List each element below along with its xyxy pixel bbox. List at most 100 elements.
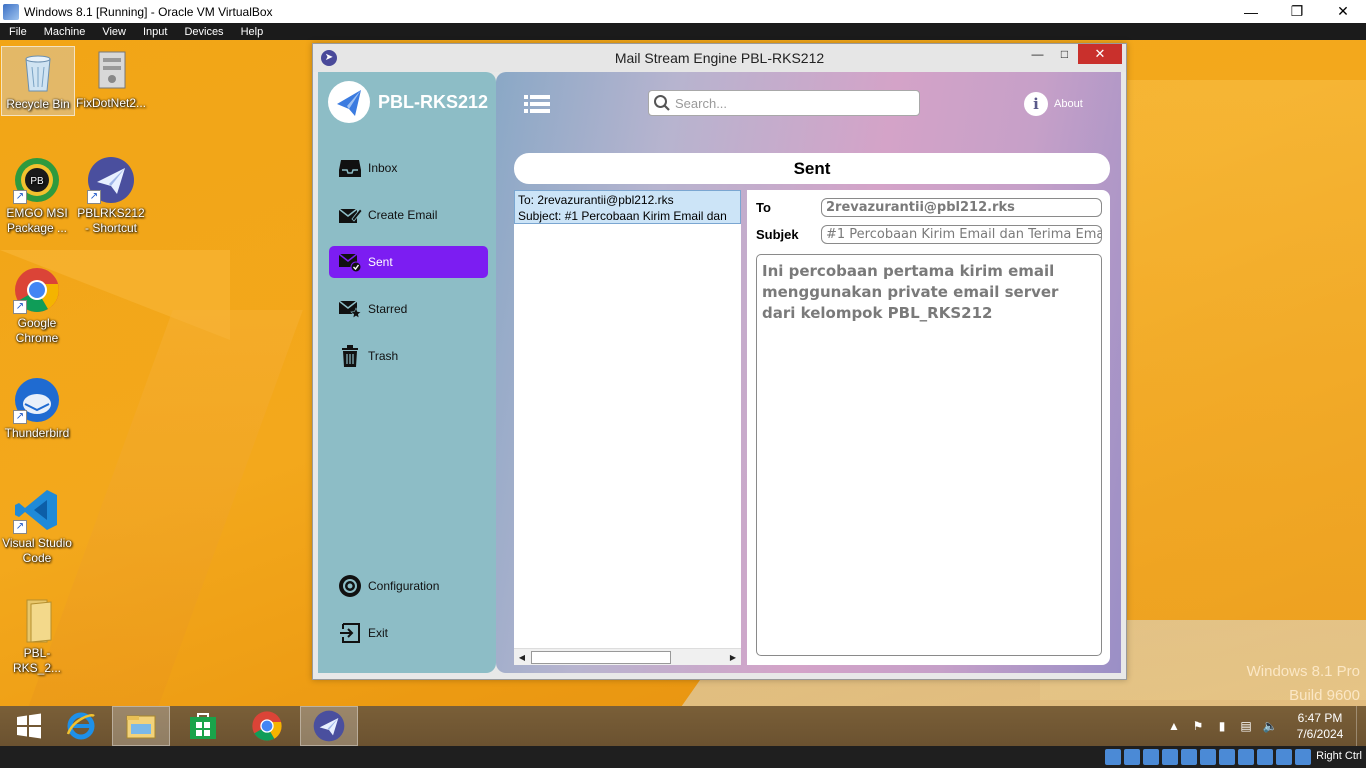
sidebar-item-label: Sent bbox=[368, 255, 393, 269]
paper-plane-icon: ↗ bbox=[87, 156, 135, 204]
gear-icon bbox=[338, 575, 362, 597]
keyboard-capture-icon[interactable] bbox=[1295, 749, 1311, 765]
chrome-icon bbox=[252, 711, 282, 741]
start-button[interactable] bbox=[0, 706, 58, 746]
virtualbox-icon bbox=[3, 3, 19, 20]
info-icon: i bbox=[1024, 92, 1048, 116]
main-panel: Search... i About Sent To: 2revazurantii… bbox=[496, 72, 1121, 673]
network-adapter-icon[interactable] bbox=[1162, 749, 1178, 765]
sidebar-item-sent[interactable]: Sent bbox=[329, 246, 488, 278]
folder-icon bbox=[13, 596, 61, 644]
taskbar-clock[interactable]: 6:47 PM 7/6/2024 bbox=[1290, 710, 1350, 742]
desktop-icon-label: EMGO MSI Package ... bbox=[6, 206, 68, 235]
section-title: Sent bbox=[514, 153, 1110, 184]
windows-watermark-edition: Windows 8.1 Pro bbox=[1246, 663, 1360, 680]
taskbar-chrome[interactable] bbox=[238, 706, 296, 746]
brand: PBL-RKS212 bbox=[328, 81, 488, 123]
sidebar-item-starred[interactable]: Starred bbox=[329, 293, 488, 325]
taskbar: ▲ ⚑ ▮ ▤ 🔈 6:47 PM 7/6/2024 bbox=[0, 706, 1366, 746]
desktop-icon-label: Recycle Bin bbox=[6, 97, 70, 111]
vbox-menu-file[interactable]: File bbox=[0, 26, 35, 38]
installer-icon bbox=[87, 46, 135, 94]
hard-disk-icon[interactable] bbox=[1105, 749, 1121, 765]
volume-icon[interactable]: 🔈 bbox=[1262, 718, 1278, 734]
desktop-icon-pblrks212-shortcut[interactable]: ↗ PBLRKS212 - Shortcut bbox=[74, 156, 148, 236]
sidebar-item-label: Starred bbox=[368, 302, 408, 316]
to-field[interactable]: 2revazurantii@pbl212.rks bbox=[821, 198, 1102, 217]
taskbar-mail-stream-engine[interactable] bbox=[300, 706, 358, 746]
list-item[interactable]: To: 2revazurantii@pbl212.rks Subject: #1… bbox=[514, 190, 741, 224]
app-close-button[interactable]: ✕ bbox=[1078, 44, 1122, 64]
desktop-icon-label: FixDotNet2... bbox=[75, 96, 147, 110]
scroll-right-icon[interactable]: ▶ bbox=[725, 649, 741, 666]
usb-icon[interactable] bbox=[1181, 749, 1197, 765]
scroll-thumb[interactable] bbox=[531, 651, 671, 664]
sidebar-item-trash[interactable]: Trash bbox=[329, 340, 488, 372]
optical-drive-icon[interactable] bbox=[1124, 749, 1140, 765]
desktop-icon-emco-msi[interactable]: PB ↗ EMGO MSI Package ... bbox=[0, 156, 74, 236]
mail-detail-panel: To 2revazurantii@pbl212.rks Subjek #1 Pe… bbox=[747, 190, 1110, 665]
sidebar-item-configuration[interactable]: Configuration bbox=[329, 570, 488, 602]
windows-logo-icon bbox=[17, 713, 41, 739]
action-center-flag-icon[interactable]: ⚑ bbox=[1190, 718, 1206, 734]
subject-label: Subjek bbox=[756, 227, 799, 242]
subject-field[interactable]: #1 Percobaan Kirim Email dan Terima Emai… bbox=[821, 225, 1102, 244]
network-icon[interactable]: ▤ bbox=[1238, 718, 1254, 734]
about-button[interactable]: i About bbox=[1024, 92, 1083, 116]
clock-date: 7/6/2024 bbox=[1296, 727, 1344, 741]
desktop-icon-chrome[interactable]: ↗ Google Chrome bbox=[0, 266, 74, 346]
recording-icon[interactable] bbox=[1238, 749, 1254, 765]
taskbar-store[interactable] bbox=[174, 706, 232, 746]
scroll-left-icon[interactable]: ◀ bbox=[514, 649, 530, 666]
horizontal-scrollbar[interactable]: ◀ ▶ bbox=[514, 648, 741, 665]
desktop-icon-label: Thunderbird bbox=[4, 426, 70, 440]
desktop-icon-recycle-bin[interactable]: Recycle Bin bbox=[1, 46, 75, 116]
vbox-menu-view[interactable]: View bbox=[93, 26, 134, 38]
desktop-icon-pbl-folder[interactable]: PBL-RKS_2... bbox=[0, 596, 74, 676]
desktop-icon-vscode[interactable]: ↗ Visual Studio Code bbox=[0, 486, 74, 566]
show-hidden-icons-icon[interactable]: ▲ bbox=[1166, 718, 1182, 734]
search-input[interactable]: Search... bbox=[648, 90, 920, 116]
vbox-close-button[interactable]: ✕ bbox=[1320, 0, 1366, 23]
message-body[interactable]: Ini percobaan pertama kirim email menggu… bbox=[756, 254, 1102, 656]
sidebar: PBL-RKS212 Inbox Create Email Sent Starr… bbox=[318, 72, 496, 673]
vbox-restore-button[interactable]: ❐ bbox=[1274, 0, 1320, 23]
virtualization-icon[interactable] bbox=[1257, 749, 1273, 765]
brand-name: PBL-RKS212 bbox=[378, 91, 489, 112]
vbox-menu-help[interactable]: Help bbox=[232, 26, 272, 38]
vbox-status-bar: Right Ctrl bbox=[0, 746, 1366, 768]
sidebar-item-exit[interactable]: Exit bbox=[329, 617, 488, 649]
app-minimize-button[interactable]: — bbox=[1024, 44, 1051, 64]
app-maximize-button[interactable]: □ bbox=[1051, 44, 1078, 64]
vbox-menu-machine[interactable]: Machine bbox=[35, 26, 94, 38]
emco-msi-icon: PB ↗ bbox=[13, 156, 61, 204]
audio-icon[interactable] bbox=[1143, 749, 1159, 765]
sidebar-item-label: Create Email bbox=[368, 208, 438, 222]
search-placeholder: Search... bbox=[675, 95, 728, 111]
taskbar-internet-explorer[interactable] bbox=[52, 706, 110, 746]
vbox-menu-bar: File Machine View Input Devices Help bbox=[0, 23, 1366, 40]
desktop-icon-label: PBL-RKS_2... bbox=[12, 646, 62, 675]
shared-folders-icon[interactable] bbox=[1200, 749, 1216, 765]
mouse-integration-icon[interactable] bbox=[1276, 749, 1292, 765]
chrome-icon: ↗ bbox=[13, 266, 61, 314]
show-desktop-button[interactable] bbox=[1356, 706, 1366, 746]
svg-text:PB: PB bbox=[30, 176, 44, 187]
sidebar-item-create-email[interactable]: Create Email bbox=[329, 199, 488, 231]
about-label: About bbox=[1054, 98, 1083, 110]
menu-list-icon[interactable] bbox=[524, 94, 550, 114]
sidebar-item-inbox[interactable]: Inbox bbox=[329, 152, 488, 184]
battery-icon[interactable]: ▮ bbox=[1214, 718, 1230, 734]
display-icon[interactable] bbox=[1219, 749, 1235, 765]
mail-item-to: To: 2revazurantii@pbl212.rks bbox=[518, 193, 674, 207]
vbox-menu-devices[interactable]: Devices bbox=[175, 26, 231, 38]
vbox-menu-input[interactable]: Input bbox=[134, 26, 175, 38]
vbox-minimize-button[interactable]: — bbox=[1228, 0, 1274, 23]
desktop-icon-fixdotnet[interactable]: FixDotNet2... bbox=[74, 46, 148, 111]
internet-explorer-icon bbox=[66, 712, 95, 740]
taskbar-file-explorer[interactable] bbox=[112, 706, 170, 746]
sent-icon bbox=[338, 251, 362, 273]
desktop-icon-thunderbird[interactable]: ↗ Thunderbird bbox=[0, 376, 74, 441]
paper-plane-icon bbox=[313, 710, 345, 742]
search-icon bbox=[653, 94, 671, 112]
